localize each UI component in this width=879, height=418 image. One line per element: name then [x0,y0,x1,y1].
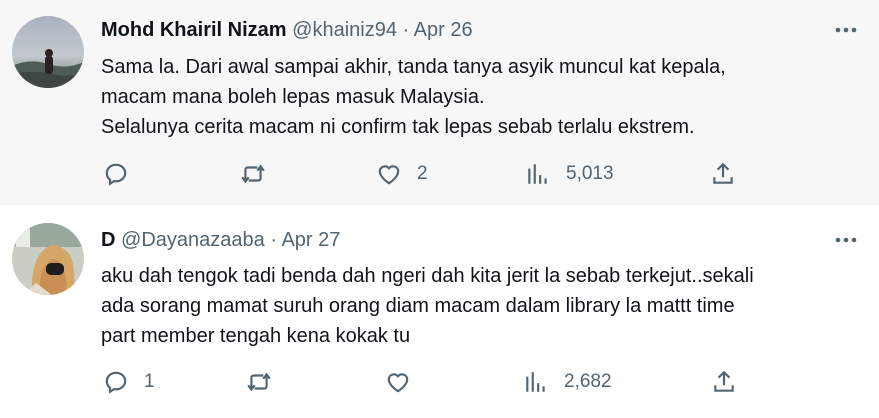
avatar[interactable] [12,223,84,295]
tweet[interactable]: D @Dayanazaaba · Apr 27 aku dah tengok t… [0,206,879,418]
reply-count: 1 [144,371,155,392]
view-count: 2,682 [564,371,612,392]
user-handle[interactable]: @khainiz94 [292,19,397,41]
like-button[interactable]: 2 [376,159,428,189]
share-button[interactable] [710,159,736,189]
action-bar: 2 5,013 [0,159,879,189]
tweet-text: Sama la. Dari awal sampai akhir, tanda t… [101,52,861,142]
like-count: 2 [417,163,428,184]
views-icon [528,164,547,184]
tweet-text-line: macam mana boleh lepas masuk Malaysia. [101,86,485,108]
tweet-text: aku dah tengok tadi benda dah ngeri dah … [101,261,861,351]
display-name[interactable]: Mohd Khairil Nizam [101,19,287,41]
separator-dot: · [270,229,277,251]
tweet-header: D @Dayanazaaba · Apr 27 [101,227,819,253]
retweet-button[interactable] [246,367,287,397]
view-count: 5,013 [566,163,614,184]
reply-icon [105,371,127,394]
display-name[interactable]: D [101,229,115,251]
tweet-text-line: aku dah tengok tadi benda dah ngeri dah … [101,265,754,287]
share-button[interactable] [711,367,737,397]
retweet-icon [241,164,265,184]
tweet[interactable]: Mohd Khairil Nizam @khainiz94 · Apr 26 S… [0,0,879,205]
avatar-image [12,16,84,88]
avatar[interactable] [12,16,84,88]
heart-icon [378,165,400,185]
views-button[interactable]: 2,682 [523,367,612,397]
retweet-button[interactable] [240,159,281,189]
retweet-icon [247,372,271,392]
avatar-image [12,223,84,295]
tweet-date[interactable]: Apr 27 [281,229,340,251]
like-button[interactable] [385,367,426,397]
more-icon[interactable] [833,227,859,253]
tweet-header: Mohd Khairil Nizam @khainiz94 · Apr 26 [101,17,819,43]
views-button[interactable]: 5,013 [525,159,614,189]
user-handle[interactable]: @Dayanazaaba [121,229,265,251]
tweet-text-line: Selalunya cerita macam ni confirm tak le… [101,116,695,138]
share-icon [714,370,734,392]
tweet-text-line: part member tengah kena kokak tu [101,325,411,347]
views-icon [526,372,545,392]
reply-button[interactable]: 1 [103,367,155,397]
more-icon[interactable] [833,17,859,43]
tweet-text-line: Sama la. Dari awal sampai akhir, tanda t… [101,56,726,78]
separator-dot: · [402,19,410,41]
action-bar: 1 2,682 [0,367,879,397]
heart-icon [387,373,409,393]
tweet-text-line: ada sorang mamat suruh orang diam macam … [101,295,735,317]
reply-icon [105,163,127,186]
tweet-date[interactable]: Apr 26 [414,19,473,41]
share-icon [713,162,733,184]
reply-button[interactable] [103,159,144,189]
